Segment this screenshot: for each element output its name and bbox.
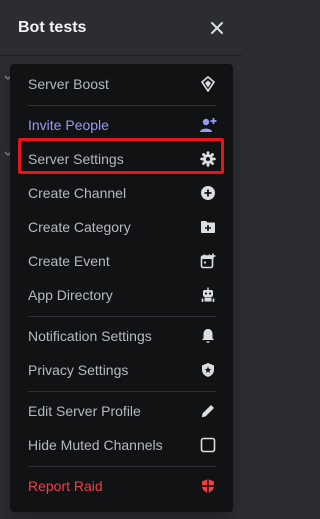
create-channel-item[interactable]: Create Channel: [18, 177, 225, 209]
menu-item-label: Privacy Settings: [28, 362, 129, 378]
menu-item-label: Hide Muted Channels: [28, 437, 163, 453]
add-person-icon: [199, 116, 217, 134]
shield-star-icon: [199, 361, 217, 379]
shield-alert-icon: [199, 477, 217, 495]
menu-divider: [28, 105, 216, 106]
pencil-icon: [199, 402, 217, 420]
menu-item-label: Report Raid: [28, 478, 103, 494]
gear-icon: [199, 150, 217, 168]
invite-people-item[interactable]: Invite People: [18, 109, 225, 141]
menu-item-label: Create Channel: [28, 185, 127, 201]
privacy-settings-item[interactable]: Privacy Settings: [18, 354, 225, 386]
folder-plus-icon: [199, 218, 217, 236]
menu-item-label: App Directory: [28, 287, 113, 303]
hide-muted-channels-item[interactable]: Hide Muted Channels: [18, 429, 225, 461]
server-boost-item[interactable]: Server Boost: [18, 68, 225, 100]
plus-circle-icon: [199, 184, 217, 202]
menu-item-label: Server Boost: [28, 76, 109, 92]
server-header: Bot tests: [0, 0, 242, 56]
menu-item-label: Create Category: [28, 219, 131, 235]
menu-item-label: Notification Settings: [28, 328, 152, 344]
close-icon[interactable]: [206, 17, 228, 39]
calendar-plus-icon: [199, 252, 217, 270]
report-raid-item[interactable]: Report Raid: [18, 470, 225, 502]
bell-icon: [199, 327, 217, 345]
create-category-item[interactable]: Create Category: [18, 211, 225, 243]
menu-item-label: Server Settings: [28, 151, 124, 167]
menu-divider: [28, 316, 216, 317]
server-context-menu: Server Boost Invite People Server Settin…: [10, 64, 233, 512]
boost-gem-icon: [199, 75, 217, 93]
checkbox-icon[interactable]: [199, 436, 217, 454]
menu-divider: [28, 391, 216, 392]
menu-item-label: Edit Server Profile: [28, 403, 141, 419]
menu-item-label: Create Event: [28, 253, 110, 269]
app-directory-item[interactable]: App Directory: [18, 279, 225, 311]
robot-icon: [199, 286, 217, 304]
menu-divider: [28, 466, 216, 467]
server-name: Bot tests: [18, 18, 87, 36]
server-settings-item[interactable]: Server Settings: [18, 143, 225, 175]
edit-server-profile-item[interactable]: Edit Server Profile: [18, 395, 225, 427]
menu-item-label: Invite People: [28, 117, 109, 133]
notification-settings-item[interactable]: Notification Settings: [18, 320, 225, 352]
create-event-item[interactable]: Create Event: [18, 245, 225, 277]
